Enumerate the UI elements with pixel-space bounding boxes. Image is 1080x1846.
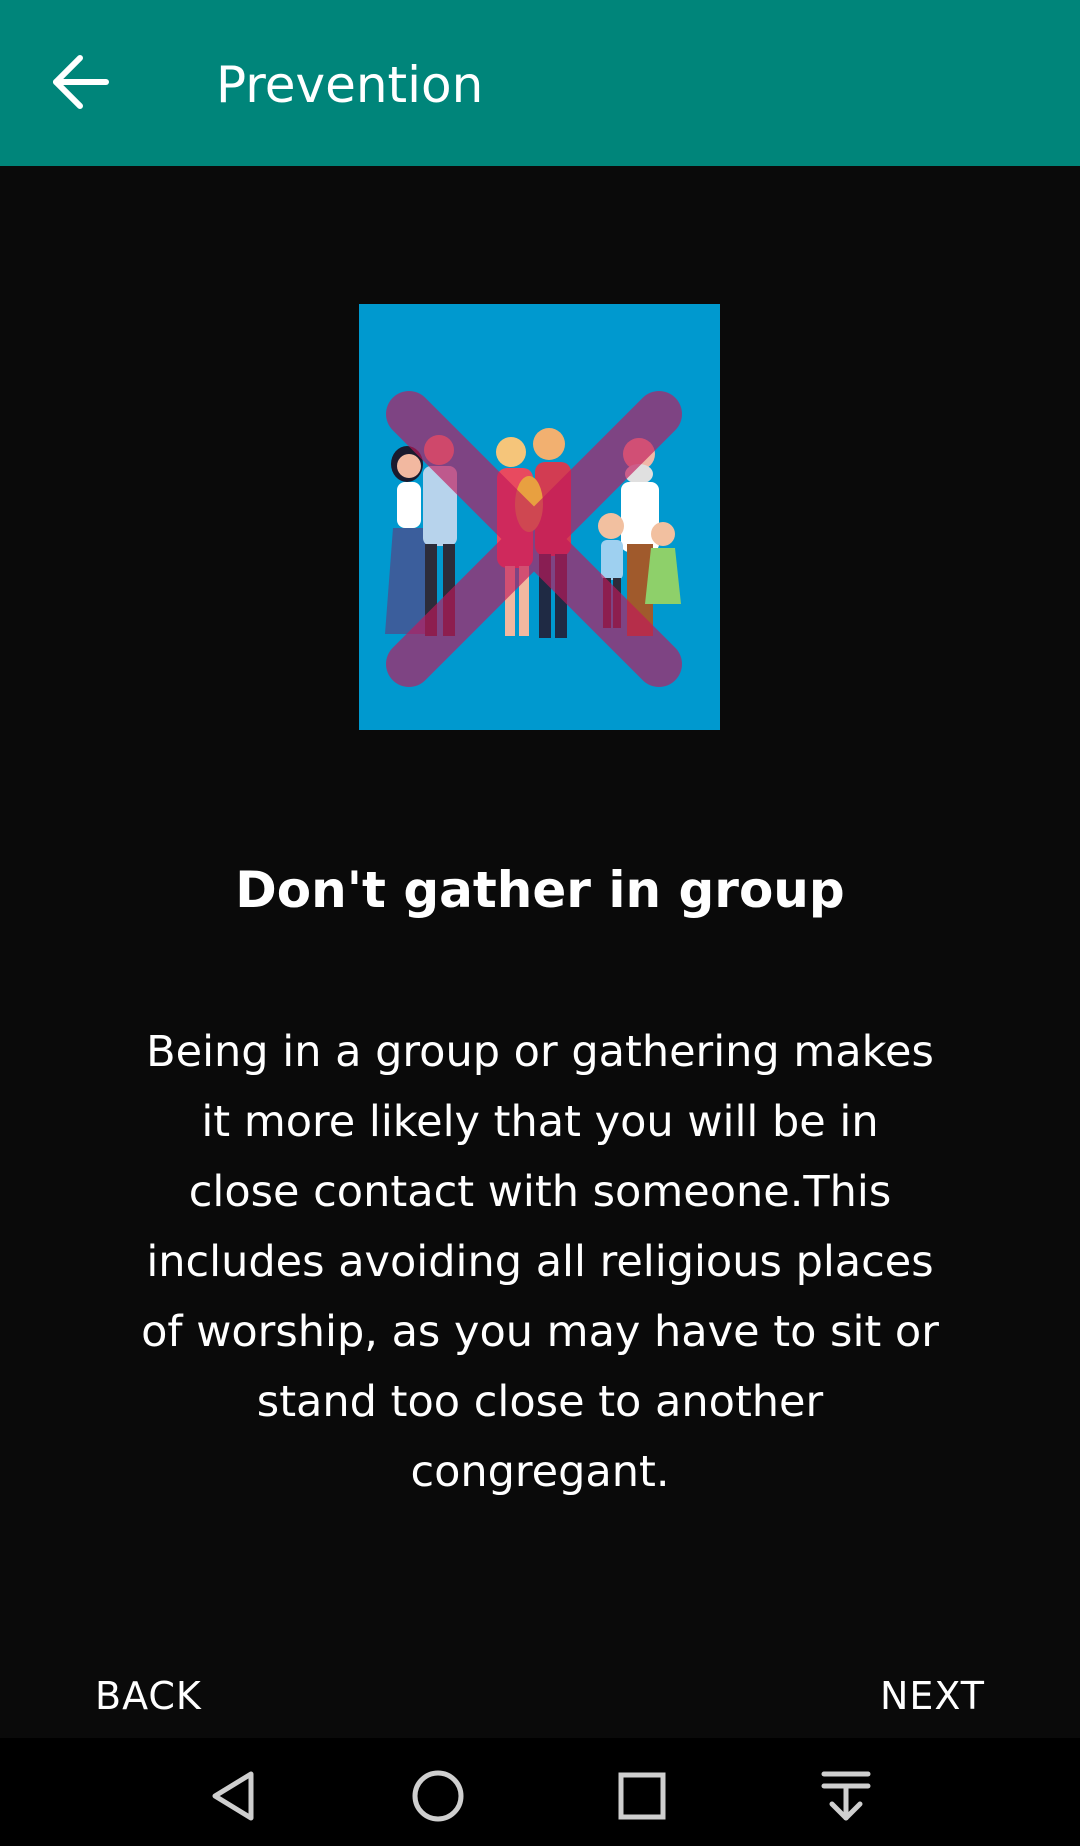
tip-description: Being in a group or gathering makes it m… [141,1027,939,1497]
notification-pull-icon[interactable] [816,1766,876,1826]
app-screen: Prevention Don't gather in group Being i… [0,0,1080,1846]
next-button[interactable]: NEXT [880,1668,985,1724]
tip-heading: Don't gather in group [235,861,845,919]
back-triangle-icon[interactable] [205,1766,265,1826]
home-circle-icon[interactable] [408,1766,468,1826]
illustration-image [359,304,720,730]
back-button[interactable]: BACK [95,1668,202,1724]
arrow-back-icon[interactable] [50,52,114,112]
app-bar: Prevention [0,0,1080,166]
page-title: Prevention [216,56,484,114]
recents-square-icon[interactable] [612,1766,672,1826]
system-navigation-bar [0,1738,1080,1846]
